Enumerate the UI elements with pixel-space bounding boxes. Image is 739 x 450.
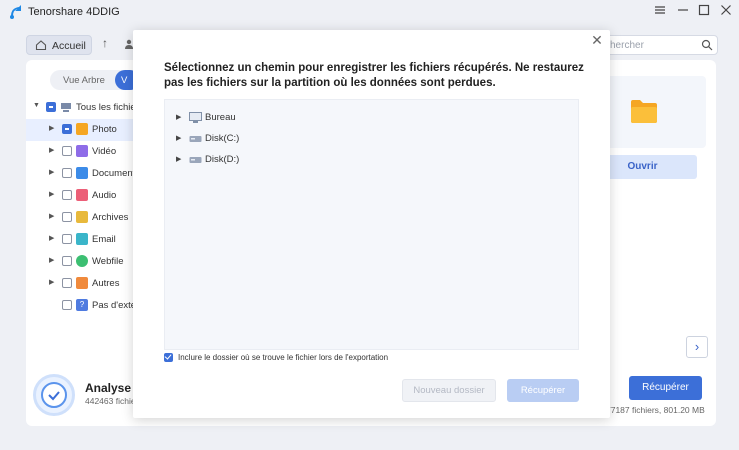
tree-item-label: Audio (92, 190, 117, 201)
search-icon[interactable] (701, 39, 713, 51)
archive-icon (76, 211, 88, 223)
expand-arrow-icon[interactable]: ▼ (33, 102, 40, 109)
home-icon (35, 40, 47, 51)
video-icon (76, 145, 88, 157)
tree-checkbox[interactable] (62, 124, 72, 134)
expand-arrow-icon[interactable]: ▶ (49, 234, 54, 242)
maximize-icon[interactable] (696, 4, 712, 20)
home-label: Accueil (52, 40, 86, 52)
dialog-message: Sélectionnez un chemin pour enregistrer … (164, 62, 584, 89)
expand-arrow-icon[interactable]: ▶ (49, 278, 54, 286)
drive-label: Disk(C:) (205, 133, 240, 144)
minimize-icon[interactable] (675, 4, 691, 20)
app-logo-icon (10, 5, 21, 19)
tree-item-label: Photo (92, 124, 117, 135)
audio-icon (76, 189, 88, 201)
app-title: Tenorshare 4DDIG (28, 6, 120, 18)
disk-icon (189, 136, 202, 142)
tree-item-label: Email (92, 234, 116, 245)
up-arrow-icon[interactable]: ↑ (102, 36, 108, 50)
tree-item-label: Document (92, 168, 136, 179)
new-folder-button[interactable]: Nouveau dossier (402, 379, 496, 402)
tree-item-photo[interactable]: ▶ Photo (26, 119, 134, 141)
expand-arrow-icon[interactable]: ▶ (49, 168, 54, 176)
expand-arrow-icon[interactable]: ▶ (176, 113, 181, 121)
question-icon: ? (76, 299, 88, 311)
tree-checkbox[interactable] (62, 300, 72, 310)
menu-icon[interactable] (652, 4, 668, 20)
scan-status-icon (33, 374, 75, 416)
photo-icon (76, 123, 88, 135)
folder-icon (631, 100, 657, 123)
email-icon (76, 233, 88, 245)
title-bar: Tenorshare 4DDIG (0, 0, 739, 26)
other-icon (76, 277, 88, 289)
document-icon (76, 167, 88, 179)
tree-item-other[interactable]: ▶ Autres (26, 273, 134, 295)
tree-checkbox[interactable] (62, 146, 72, 156)
computer-icon (61, 103, 71, 112)
expand-arrow-icon[interactable]: ▶ (49, 146, 54, 154)
tree-checkbox[interactable] (62, 190, 72, 200)
tree-checkbox[interactable] (62, 168, 72, 178)
tree-checkbox[interactable] (46, 102, 56, 112)
tree-item-email[interactable]: ▶ Email (26, 229, 134, 251)
disk-icon (189, 157, 202, 163)
tree-item-webfile[interactable]: ▶ Webfile (26, 251, 134, 273)
view-tree-tab[interactable]: Vue Arbre (63, 75, 105, 86)
recover-button[interactable]: Récupérer (629, 376, 702, 400)
dialog-recover-button[interactable]: Récupérer (507, 379, 579, 402)
include-folder-label: Inclure le dossier où se trouve le fichi… (178, 353, 389, 362)
tree-item-all[interactable]: ▼ Tous les fichie (26, 97, 136, 119)
scan-file-count: 442463 fichie (85, 396, 136, 406)
home-button[interactable]: Accueil (26, 35, 92, 55)
tree-checkbox[interactable] (62, 278, 72, 288)
tree-item-video[interactable]: ▶ Vidéo (26, 141, 134, 163)
expand-arrow-icon[interactable]: ▶ (49, 212, 54, 220)
view-toggle[interactable]: Vue Arbre V (50, 70, 140, 90)
file-stats: 77187 fichiers, 801.20 MB (606, 405, 705, 415)
close-window-icon[interactable] (718, 4, 734, 20)
expand-arrow-icon[interactable]: ▶ (176, 155, 181, 163)
tree-item-audio[interactable]: ▶ Audio (26, 185, 134, 207)
webfile-icon (76, 255, 88, 267)
tree-checkbox[interactable] (62, 234, 72, 244)
tree-checkbox[interactable] (62, 212, 72, 222)
chevron-right-icon[interactable]: › (686, 336, 708, 358)
tree-item-no-extension[interactable]: ? Pas d'exte (26, 295, 137, 317)
expand-arrow-icon[interactable]: ▶ (49, 256, 54, 264)
tree-item-archives[interactable]: ▶ Archives (26, 207, 134, 229)
drive-label: Disk(D:) (205, 154, 240, 165)
include-folder-checkbox[interactable] (164, 353, 173, 362)
desktop-icon (189, 112, 202, 123)
close-icon[interactable]: ✕ (590, 33, 604, 47)
tree-item-label: Archives (92, 212, 129, 223)
expand-arrow-icon[interactable]: ▶ (49, 190, 54, 198)
tree-item-label: Tous les fichie (76, 102, 136, 113)
expand-arrow-icon[interactable]: ▶ (49, 124, 54, 132)
tree-item-label: Autres (92, 278, 120, 289)
tree-checkbox[interactable] (62, 256, 72, 266)
expand-arrow-icon[interactable]: ▶ (176, 134, 181, 142)
tree-item-label: Webfile (92, 256, 124, 267)
search-placeholder: chercher (605, 40, 644, 51)
drive-label: Bureau (205, 112, 236, 123)
tree-item-label: Vidéo (92, 146, 117, 157)
tree-item-document[interactable]: ▶ Document (26, 163, 136, 185)
tree-item-label: Pas d'exte (92, 300, 137, 311)
